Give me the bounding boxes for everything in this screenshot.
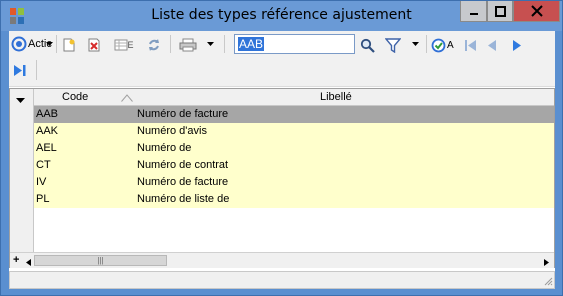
scroll-right-arrow-icon [544,259,549,266]
cell-code: PL [36,193,50,205]
table-row[interactable]: AAB Numéro de facture [34,106,554,123]
first-record-button[interactable] [462,36,480,54]
chevron-down-icon [45,42,53,46]
new-document-icon [63,38,75,52]
chevron-down-icon [206,42,214,46]
data-grid: Code Libellé AAB Numéro de facture AAK N… [9,88,555,268]
close-icon [530,5,543,17]
print-dropdown[interactable] [205,38,215,50]
toolbar-separator [426,35,427,53]
first-record-icon [465,39,476,51]
funnel-icon [385,37,401,53]
next-arrow-icon [513,39,521,51]
sort-ascending-icon [121,93,133,105]
table-row[interactable]: CT Numéro de contrat [34,157,554,174]
resize-grip-icon[interactable] [544,277,553,289]
table-row[interactable]: AEL Numéro de [34,140,554,157]
maximize-icon [494,5,506,17]
scroll-left-button[interactable] [26,257,31,269]
app-window: Liste des types référence ajustement Act… [0,0,563,296]
scroll-left-arrow-icon [26,259,31,266]
grid-view-label: E [127,40,134,50]
active-filter-dropdown[interactable] [45,38,53,50]
chevron-down-icon [411,42,419,46]
search-input[interactable]: AAB [234,34,355,54]
refresh-button[interactable] [145,36,163,54]
cell-code: IV [36,176,47,188]
cell-libelle: Numéro de facture [137,108,229,120]
filter-dropdown[interactable] [410,38,420,50]
table-row[interactable]: AAK Numéro d'avis [34,123,554,140]
cell-code: AAB [36,108,59,120]
cell-libelle: Numéro de facture [137,176,229,188]
scroll-right-button[interactable] [544,257,549,269]
printer-icon [179,38,197,52]
cell-libelle: Numéro de contrat [137,159,229,171]
next-record-button[interactable] [508,36,526,54]
refresh-icon [149,39,159,51]
grid-view-button[interactable]: E [112,36,136,54]
search-button[interactable] [358,36,376,54]
cell-libelle: Numéro de [137,142,192,154]
window-content: Actic E AAB A Code Libellé AAB Numéro de… [9,31,555,289]
close-button[interactable] [513,1,560,22]
title-bar[interactable]: Liste des types référence ajustement [1,1,562,31]
last-record-button[interactable] [11,61,29,79]
filter-button[interactable] [384,36,402,54]
cell-code: AAK [36,125,59,137]
add-row-button[interactable]: + [13,254,19,266]
maximize-button[interactable] [487,1,513,22]
column-header-code[interactable]: Code [62,91,88,103]
toolbar-separator [56,35,57,53]
toolbar-separator [224,35,225,53]
scrollbar-thumb[interactable]: ||| [34,255,167,266]
horizontal-scrollbar[interactable]: + ||| [10,252,554,268]
grid-header: Code Libellé [34,89,554,106]
cell-code: CT [36,159,51,171]
delete-record-button[interactable] [85,36,103,54]
check-circle-icon [431,38,446,52]
apply-filter-button[interactable]: A [431,36,457,54]
grid-view-icon [114,39,128,51]
row-selector-column [10,89,34,252]
print-button[interactable] [177,36,199,54]
toolbar: Actic E AAB A [9,31,555,87]
previous-record-button[interactable] [483,36,501,54]
search-input-value: AAB [238,37,265,51]
last-record-icon [14,64,26,76]
table-row[interactable]: IV Numéro de facture [34,174,554,191]
previous-arrow-icon [488,39,496,51]
delete-document-icon [88,38,100,52]
minimize-button[interactable] [460,1,487,22]
cell-libelle: Numéro de liste de [137,193,230,205]
apply-filter-label: A [447,39,454,51]
cell-libelle: Numéro d'avis [137,125,207,137]
chevron-down-icon [16,98,25,103]
cell-code: AEL [36,142,57,154]
magnifier-icon [360,38,375,53]
toolbar-separator [36,60,37,80]
new-record-button[interactable] [60,36,78,54]
radio-circle-icon [11,36,27,52]
column-chooser-button[interactable] [16,94,25,106]
minimize-icon [469,13,478,15]
column-header-libelle[interactable]: Libellé [320,91,352,103]
table-row[interactable]: PL Numéro de liste de [34,191,554,208]
toolbar-separator [170,35,171,53]
status-bar [9,271,555,289]
